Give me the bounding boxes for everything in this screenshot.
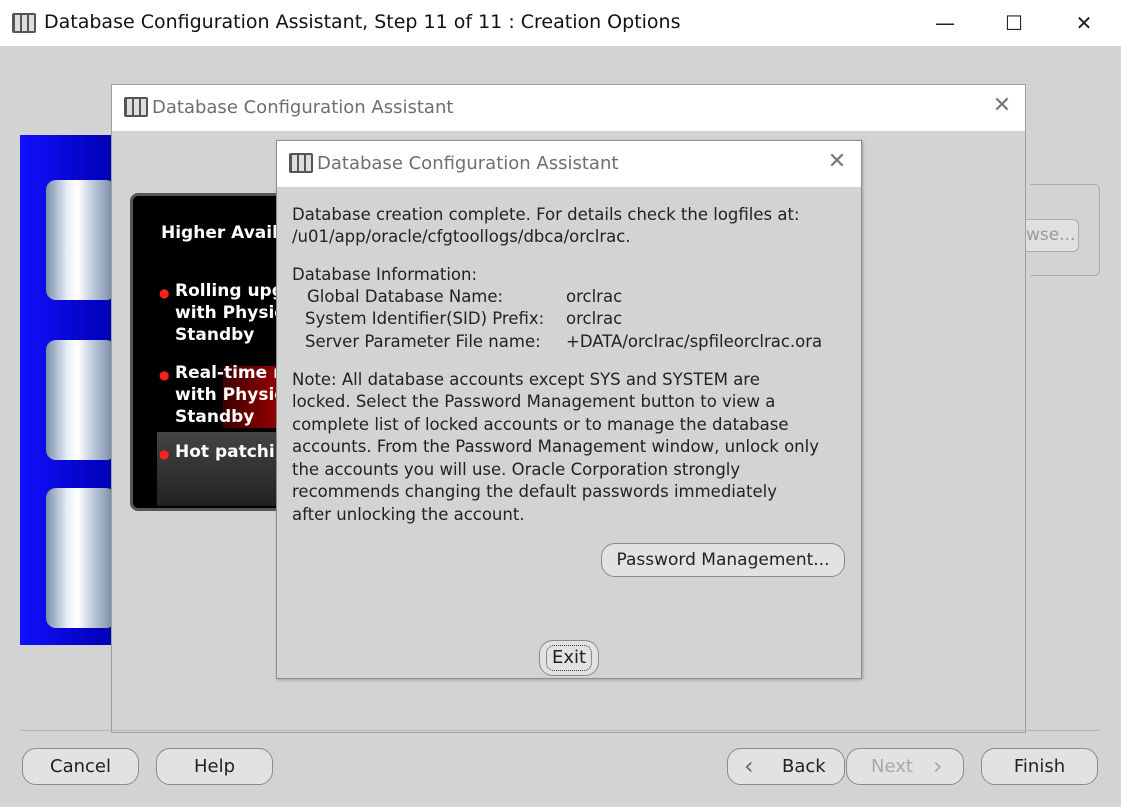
cancel-button[interactable]: Cancel [22,748,139,785]
bullet-icon: ● [159,368,170,382]
completion-message: Database creation complete. For details … [292,205,800,224]
chevron-left-icon: ‹ [744,752,754,780]
note-line: Note: All database accounts except SYS a… [292,370,760,389]
close-icon[interactable]: ✕ [822,149,852,174]
focus-ring [546,645,592,671]
info-label: Server Parameter File name: [305,332,541,351]
note-line: the accounts you will use. Oracle Corpor… [292,460,741,479]
info-value: +DATA/orclrac/spfileorclrac.ora [566,332,823,351]
promo-panel: Higher Availa ● Rolling upg with Physic … [130,193,290,511]
password-management-button[interactable]: Password Management... [601,543,845,577]
maximize-button[interactable]: ☐ [991,8,1037,38]
info-value: orclrac [566,309,623,328]
database-cylinder-graphic [46,180,116,300]
note-line: complete list of locked accounts or to m… [292,415,789,434]
bullet-icon: ● [159,447,170,461]
completion-dialog-title: Database Configuration Assistant [317,153,619,174]
help-button[interactable]: Help [156,748,273,785]
info-value: orclrac [566,287,623,306]
progress-dialog-title-bar: Database Configuration Assistant ✕ [112,85,1025,131]
database-app-icon [12,13,36,33]
note-line: after unlocking the account. [292,505,525,524]
progress-dialog-title: Database Configuration Assistant [152,97,454,118]
database-app-icon [124,97,148,117]
promo-bullet-line: Standby [175,325,255,345]
note-line: accounts. From the Password Management w… [292,437,819,456]
promo-bullet-line: Real-time re [175,363,290,383]
database-app-icon [289,153,313,173]
database-cylinder-graphic [46,340,116,460]
completion-dialog: Database Configuration Assistant ✕ Datab… [276,140,862,679]
promo-bullet-line: with Physic [175,303,285,323]
finish-button[interactable]: Finish [981,748,1098,785]
info-label: Global Database Name: [307,287,504,306]
bullet-icon: ● [159,286,170,300]
back-button-label: Back [782,756,826,777]
note-line: recommends changing the default password… [292,482,777,501]
window-close-button[interactable]: ✕ [1061,8,1107,38]
note-line: locked. Select the Password Management b… [292,392,776,411]
close-icon[interactable]: ✕ [987,93,1017,118]
exit-button[interactable]: Exit [539,640,599,676]
minimize-button[interactable]: — [922,8,968,38]
footer-separator [20,730,1100,731]
chevron-right-icon: › [933,752,943,780]
promo-bullet-line: Rolling upg [175,281,284,301]
window-title: Database Configuration Assistant, Step 1… [44,11,681,33]
browse-button[interactable]: wse... [1026,219,1079,252]
promo-heading: Higher Availa [161,223,290,243]
next-button-label: Next [871,756,913,777]
completion-dialog-title-bar: Database Configuration Assistant ✕ [277,141,861,187]
completion-message: /u01/app/oracle/cfgtoollogs/dbca/orclrac… [292,227,631,246]
back-button[interactable]: ‹ Back [727,748,845,785]
database-info-heading: Database Information: [292,265,478,284]
info-label: System Identifier(SID) Prefix: [305,309,545,328]
promo-bullet-line: with Physic [175,385,285,405]
promo-bullet-line: Hot patchin [175,442,287,462]
window-title-bar: Database Configuration Assistant, Step 1… [0,0,1121,47]
next-button[interactable]: Next › [846,748,964,785]
promo-bullet-line: Standby [175,407,255,427]
database-cylinder-graphic [46,488,116,628]
